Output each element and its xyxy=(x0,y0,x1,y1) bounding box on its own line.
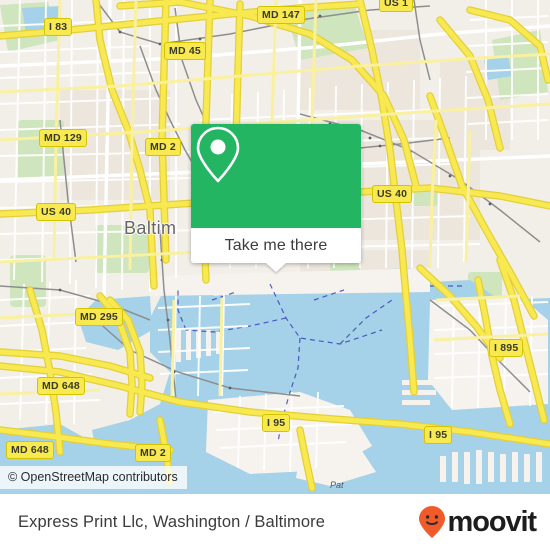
water-label: Pat xyxy=(330,480,344,490)
road-shield: US 40 xyxy=(372,185,413,203)
popup-action-area[interactable]: Take me there xyxy=(191,228,361,272)
road-shield: MD 2 xyxy=(135,444,171,462)
map-pin-icon xyxy=(196,126,240,183)
road-shield: US 40 xyxy=(36,203,77,221)
road-shield: MD 648 xyxy=(6,441,54,459)
take-me-there-label: Take me there xyxy=(224,236,328,254)
road-shield: MD 147 xyxy=(257,6,305,24)
footer-bar: Express Print Llc, Washington / Baltimor… xyxy=(0,494,550,550)
road-shield: MD 45 xyxy=(164,42,206,60)
moovit-logo: moovit xyxy=(418,505,538,539)
popup-icon-area xyxy=(191,124,361,228)
place-title: Express Print Llc, Washington / Baltimor… xyxy=(18,512,326,531)
popup-pointer xyxy=(266,263,286,272)
road-shield: I 95 xyxy=(262,414,291,432)
moovit-wordmark: moovit xyxy=(447,505,538,538)
road-shield: MD 2 xyxy=(145,138,181,156)
map-screenshot: I 83 MD 147 US 1 MD 45 MD 129 MD 2 US 40… xyxy=(0,0,550,550)
location-popup-card[interactable]: Take me there xyxy=(191,124,361,272)
road-shield: I 95 xyxy=(424,426,453,444)
road-shield: MD 129 xyxy=(39,129,87,147)
road-shield: US 1 xyxy=(379,0,414,12)
map-attribution[interactable]: © OpenStreetMap contributors xyxy=(0,466,187,489)
road-shield: MD 648 xyxy=(37,377,85,395)
map-canvas[interactable]: I 83 MD 147 US 1 MD 45 MD 129 MD 2 US 40… xyxy=(0,0,550,494)
road-shield: MD 295 xyxy=(75,308,123,326)
city-label: Baltim xyxy=(124,218,177,238)
road-shield: I 895 xyxy=(489,339,524,357)
moovit-pin-icon xyxy=(418,506,445,538)
road-shield: I 83 xyxy=(44,18,73,36)
